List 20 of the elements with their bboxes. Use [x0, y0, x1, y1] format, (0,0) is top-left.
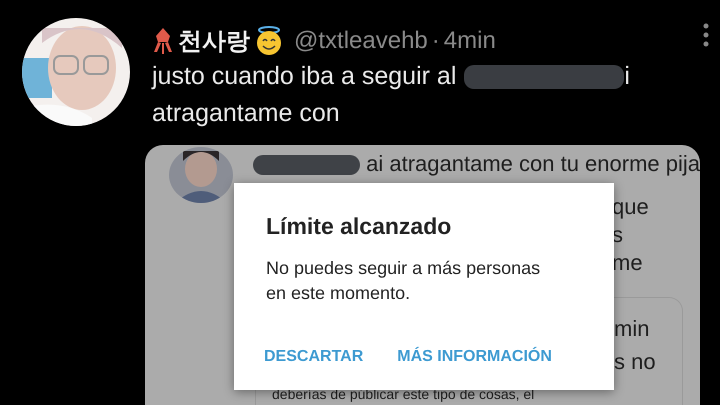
tweet-text: i — [624, 62, 630, 91]
separator-dot: · — [432, 27, 440, 55]
dialog-title: Límite alcanzado — [266, 213, 452, 240]
tweet-text: justo cuando iba a seguir al — [152, 62, 456, 91]
quoted-tweet-text: s no — [614, 348, 656, 374]
quoted-tweet-text: me — [612, 250, 643, 276]
dismiss-button[interactable]: DESCARTAR — [254, 340, 374, 374]
more-options-icon[interactable] — [702, 22, 710, 48]
tweet-text: atragantame con — [152, 99, 340, 128]
quoted-tweet-text: que — [612, 194, 649, 220]
squid-icon — [152, 28, 174, 54]
user-handle[interactable]: @txtleavehb — [294, 27, 428, 55]
quoted-tweet-text: deberías de públicar este tipo de cosas, el — [272, 386, 534, 402]
more-info-button[interactable]: MÁS INFORMACIÓN — [387, 340, 562, 374]
halo-smile-icon — [254, 26, 284, 56]
timestamp: 4min — [444, 27, 496, 55]
quoted-tweet-text: min — [614, 316, 650, 342]
quoted-tweet-text: ai atragantame con tu enorme pija — [366, 151, 700, 177]
dialog-message: No puedes seguir a más personas en este momento. — [266, 257, 542, 305]
display-name: 천사랑 — [178, 27, 250, 57]
